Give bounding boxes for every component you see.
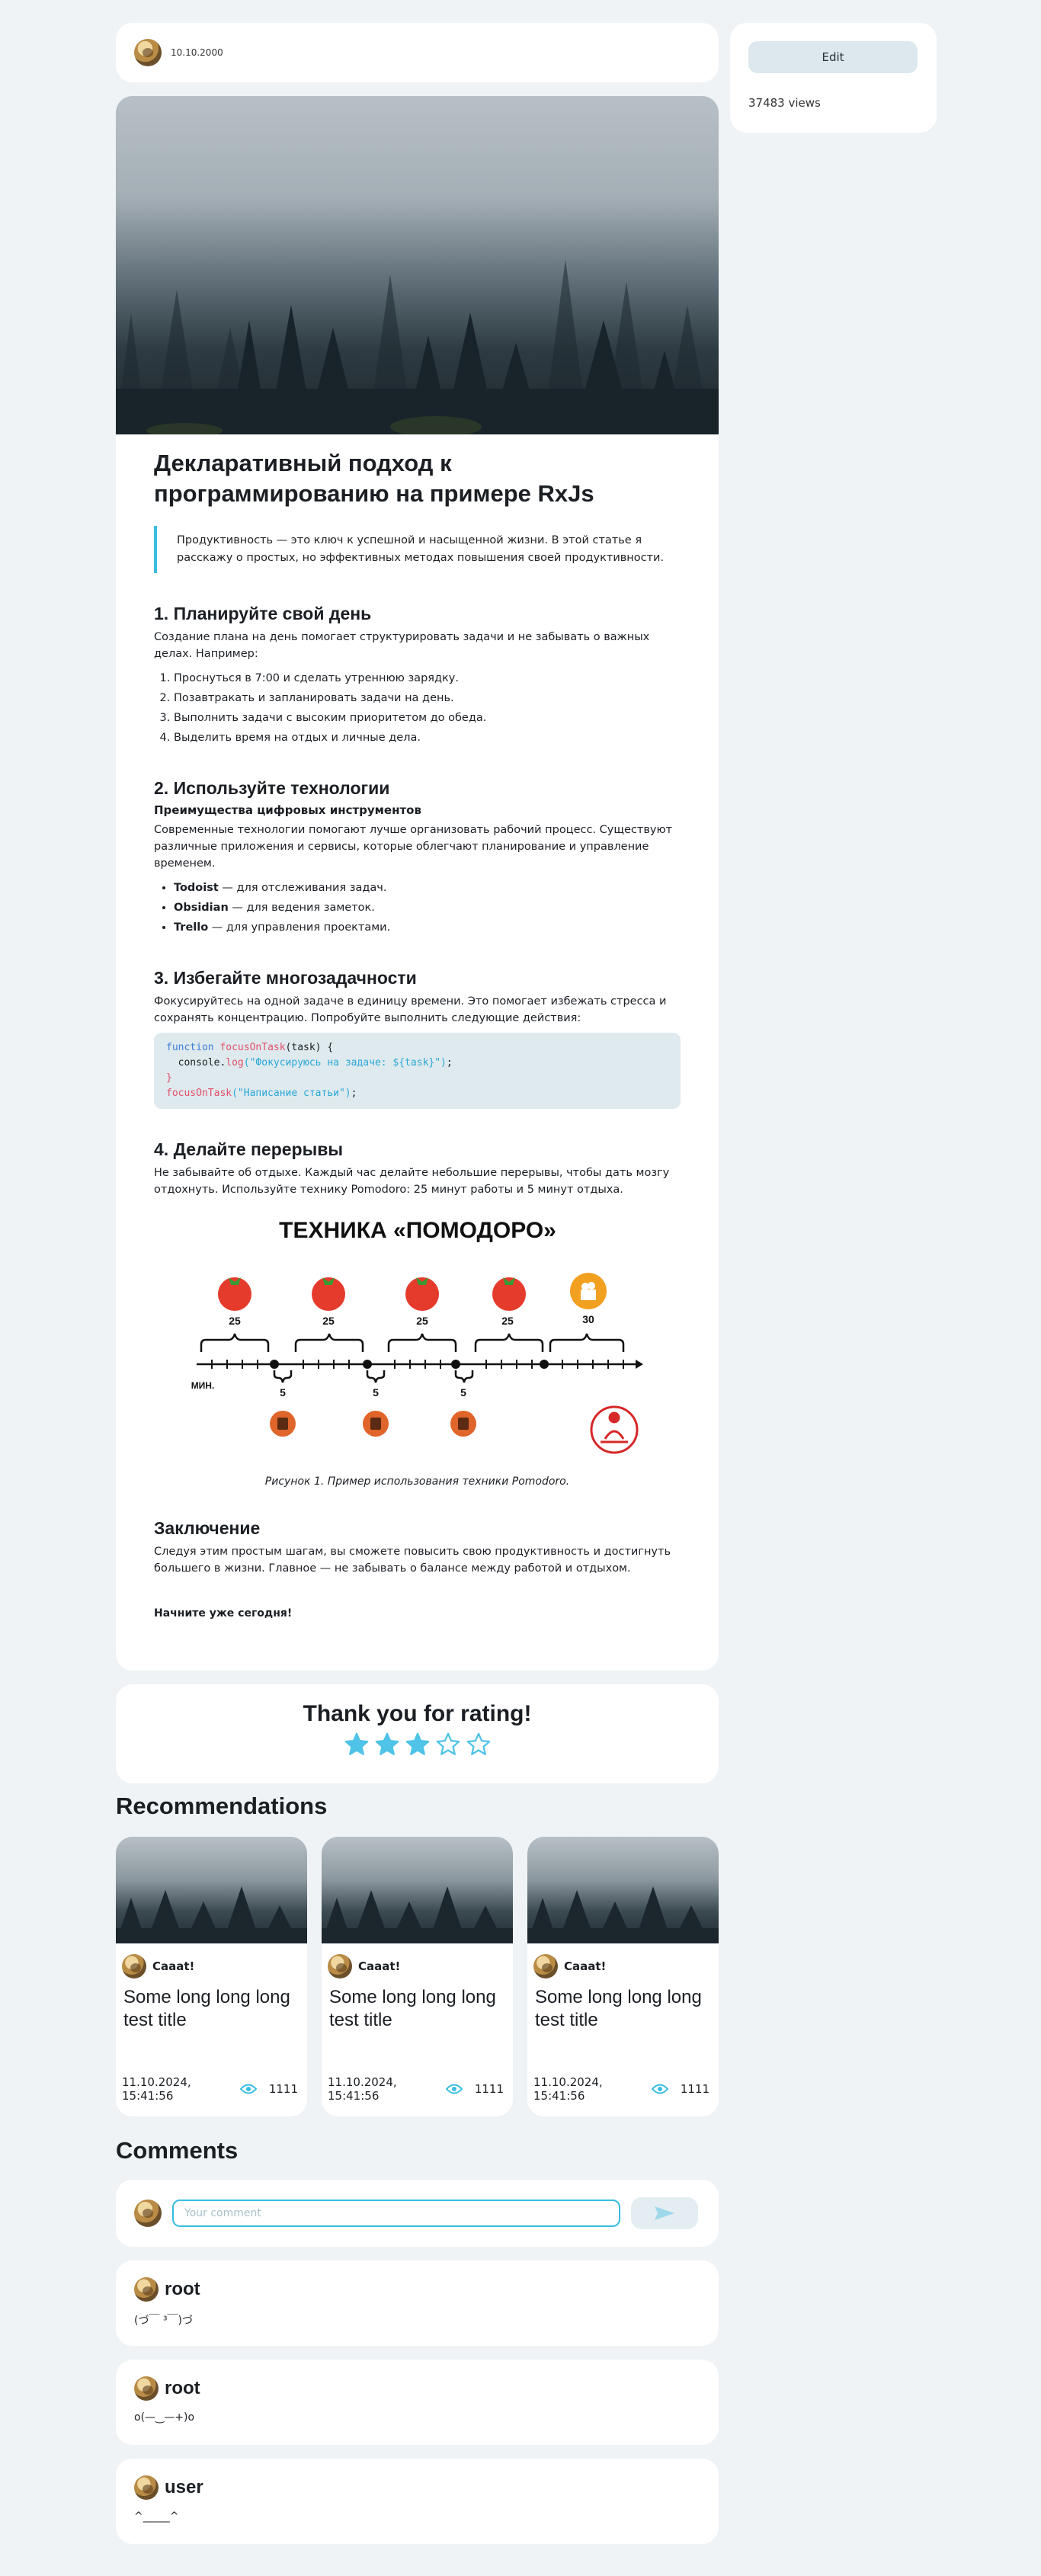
- views-count: 1111: [680, 2082, 709, 2096]
- author-name: Caaat!: [358, 1959, 401, 1973]
- send-icon: [655, 2206, 674, 2220]
- recommendation-image: [322, 1837, 513, 1943]
- star-filled-icon[interactable]: [344, 1732, 370, 1757]
- section-heading: 1. Планируйте свой день: [154, 604, 372, 623]
- star-filled-icon[interactable]: [374, 1732, 400, 1757]
- list-item: Obsidian — для ведения заметок.: [174, 898, 681, 918]
- eye-icon: [445, 2084, 463, 2094]
- author-avatar: [328, 1954, 352, 1978]
- section-heading: 2. Используйте технологии: [154, 778, 390, 798]
- star-filled-icon[interactable]: [405, 1732, 431, 1757]
- section-subheading: Преимущества цифровых инструментов: [154, 803, 421, 817]
- list-item: Todoist — для отслеживания задач.: [174, 878, 681, 898]
- recommendations-title: Recommendations: [116, 1793, 328, 1819]
- section-text: Не забывайте об отдыхе. Каждый час делай…: [154, 1167, 670, 1196]
- comment-text: o(—‿—+)o: [134, 2411, 195, 2424]
- views-count: 1111: [474, 2082, 504, 2096]
- author-name: Caaat!: [152, 1959, 195, 1973]
- section-heading: 3. Избегайте многозадачности: [154, 968, 417, 988]
- article: Декларативный подход к программированию …: [116, 96, 719, 1671]
- recommendation-date: 11.10.2024, 15:41:56: [328, 2075, 397, 2103]
- recommendation-image: [527, 1837, 719, 1943]
- edit-button[interactable]: Edit: [748, 41, 918, 73]
- break-label: 5: [280, 1386, 286, 1399]
- comment-item: root (づ￣ ³￣)づ: [116, 2260, 719, 2346]
- star-empty-icon[interactable]: [466, 1732, 492, 1757]
- recommendation-title: Some long long long test title: [329, 1987, 496, 2030]
- work-label: 25: [322, 1315, 335, 1327]
- hero-image: [116, 96, 719, 434]
- figure-title: ТЕХНИКА «ПОМОДОРО»: [279, 1218, 556, 1243]
- work-label: 30: [582, 1313, 594, 1325]
- recommendation-date: 11.10.2024, 15:41:56: [122, 2075, 191, 2103]
- post-date: 10.10.2000: [171, 47, 223, 58]
- popcorn-icon: [569, 1273, 607, 1309]
- post-header: 10.10.2000: [116, 23, 719, 82]
- code-block: function focusOnTask(task) { console.log…: [154, 1033, 681, 1109]
- send-button[interactable]: [631, 2197, 698, 2229]
- list-item: Проснуться в 7:00 и сделать утреннюю зар…: [174, 668, 681, 688]
- author-avatar: [533, 1954, 558, 1978]
- plan-list: Проснуться в 7:00 и сделать утреннюю зар…: [154, 668, 681, 748]
- work-label: 25: [416, 1315, 428, 1327]
- recommendation-card[interactable]: Caaat! Some long long long test title 11…: [527, 1837, 719, 2116]
- tools-list: Todoist — для отслеживания задач. Obsidi…: [154, 878, 681, 937]
- list-item: Позавтракать и запланировать задачи на д…: [174, 688, 681, 708]
- user-avatar: [134, 2277, 159, 2302]
- list-item: Выполнить задачи с высоким приоритетом д…: [174, 708, 681, 728]
- views-count: 37483 views: [748, 96, 821, 110]
- section-text: Создание плана на день помогает структур…: [154, 631, 650, 660]
- list-item: Trello — для управления проектами.: [174, 918, 681, 937]
- rating-title: Thank you for rating!: [303, 1701, 532, 1726]
- section-text: Современные технологии помогают лучше ор…: [154, 824, 673, 870]
- section-text: Следуя этим простым шагам, вы сможете по…: [154, 1546, 671, 1575]
- section-heading: Заключение: [154, 1518, 261, 1538]
- comment-item: root o(—‿—+)o: [116, 2360, 719, 2445]
- comment-author[interactable]: root: [165, 2378, 200, 2399]
- star-empty-icon[interactable]: [435, 1732, 461, 1757]
- recommendation-image: [116, 1837, 307, 1943]
- comment-author[interactable]: user: [165, 2477, 203, 2498]
- views-count: 1111: [268, 2082, 298, 2096]
- article-title: Декларативный подход к программированию …: [154, 450, 594, 507]
- user-avatar: [134, 2376, 159, 2401]
- comment-item: user ^_____^: [116, 2459, 719, 2544]
- article-lead: Продуктивность — это ключ к успешной и н…: [154, 526, 681, 573]
- author-avatar[interactable]: [134, 39, 162, 66]
- section-text: Фокусируйтесь на одной задаче в единицу …: [154, 995, 667, 1024]
- user-avatar: [134, 2475, 159, 2500]
- meditation-icon: [590, 1405, 638, 1454]
- comment-form: [116, 2180, 719, 2247]
- recommendation-title: Some long long long test title: [535, 1987, 702, 2030]
- recommendation-date: 11.10.2024, 15:41:56: [533, 2075, 603, 2103]
- comment-author[interactable]: root: [165, 2279, 200, 2300]
- break-label: 5: [373, 1386, 379, 1399]
- list-item: Выделить время на отдых и личные дела.: [174, 728, 681, 748]
- tomato-icon: [217, 1277, 526, 1311]
- work-label: 25: [501, 1315, 514, 1327]
- pomodoro-figure: ТЕХНИКА «ПОМОДОРО» 25 25 25 25 30 5 5 5 …: [189, 1209, 646, 1468]
- comment-input[interactable]: [172, 2200, 620, 2227]
- author-avatar: [122, 1954, 146, 1978]
- rating-card: Thank you for rating!: [116, 1684, 719, 1783]
- coffee-icon: [269, 1411, 476, 1437]
- recommendation-card[interactable]: Caaat! Some long long long test title 11…: [116, 1837, 307, 2116]
- eye-icon: [651, 2084, 668, 2094]
- comment-text: (づ￣ ³￣)づ: [134, 2315, 193, 2327]
- recommendation-card[interactable]: Caaat! Some long long long test title 11…: [322, 1837, 513, 2116]
- user-avatar: [134, 2200, 162, 2227]
- break-label: 5: [460, 1386, 466, 1399]
- recommendation-title: Some long long long test title: [123, 1987, 290, 2030]
- rating-stars[interactable]: [116, 1732, 719, 1757]
- section-heading: 4. Делайте перерывы: [154, 1139, 344, 1159]
- call-to-action: Начните уже сегодня!: [154, 1607, 293, 1620]
- comment-text: ^_____^: [134, 2510, 179, 2523]
- comments-title: Comments: [116, 2137, 239, 2164]
- eye-icon: [239, 2084, 257, 2094]
- axis-label: МИН.: [191, 1380, 214, 1391]
- work-label: 25: [229, 1315, 241, 1327]
- author-name: Caaat!: [564, 1959, 607, 1973]
- figure-caption: Рисунок 1. Пример использования техники …: [264, 1475, 570, 1488]
- post-sidebar: Edit 37483 views: [730, 23, 937, 133]
